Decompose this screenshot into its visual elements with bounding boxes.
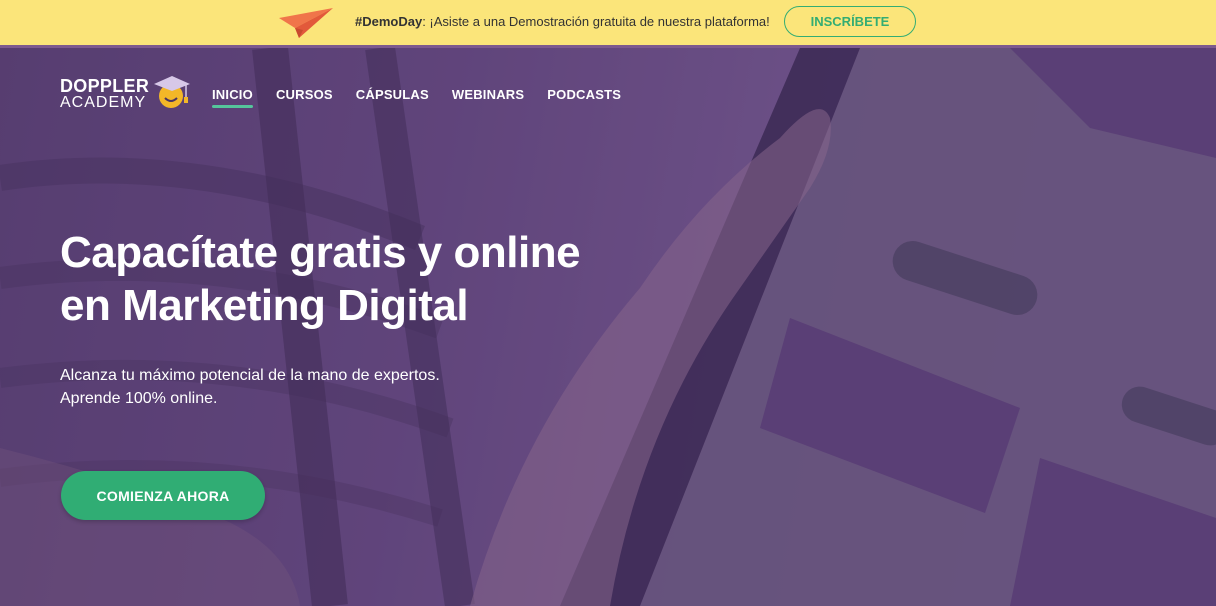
promo-message-text: : ¡Asiste a una Demostración gratuita de… <box>422 14 770 29</box>
promo-hashtag: #DemoDay <box>355 14 423 29</box>
nav-item-podcasts[interactable]: PODCASTS <box>547 87 621 108</box>
hero-headline: Capacítate gratis y online en Marketing … <box>60 226 581 332</box>
doppler-academy-logo[interactable]: DOPPLER ACADEMY <box>60 74 200 114</box>
hero-subtext: Alcanza tu máximo potencial de la mano d… <box>60 364 440 410</box>
nav-item-cursos[interactable]: CURSOS <box>276 87 333 108</box>
hero-headline-line1: Capacítate gratis y online <box>60 228 581 277</box>
hero-section: DOPPLER ACADEMY INICIO CURSOS CÁPSULAS W… <box>0 48 1216 606</box>
hero-subtext-line1: Alcanza tu máximo potencial de la mano d… <box>60 367 440 384</box>
paper-plane-icon <box>279 8 333 38</box>
start-now-button[interactable]: COMIENZA AHORA <box>61 471 265 520</box>
hero-headline-line2: en Marketing Digital <box>60 281 469 330</box>
nav-item-webinars[interactable]: WEBINARS <box>452 87 524 108</box>
promo-message: #DemoDay: ¡Asiste a una Demostración gra… <box>355 14 770 29</box>
graduation-cap-icon <box>154 76 190 108</box>
register-button[interactable]: INSCRÍBETE <box>784 6 916 37</box>
main-navigation: INICIO CURSOS CÁPSULAS WEBINARS PODCASTS <box>212 87 644 108</box>
nav-item-inicio[interactable]: INICIO <box>212 87 253 108</box>
promo-banner: #DemoDay: ¡Asiste a una Demostración gra… <box>0 0 1216 48</box>
hero-subtext-line2: Aprende 100% online. <box>60 390 218 407</box>
nav-item-capsulas[interactable]: CÁPSULAS <box>356 87 429 108</box>
logo-text-secondary: ACADEMY <box>60 94 147 111</box>
